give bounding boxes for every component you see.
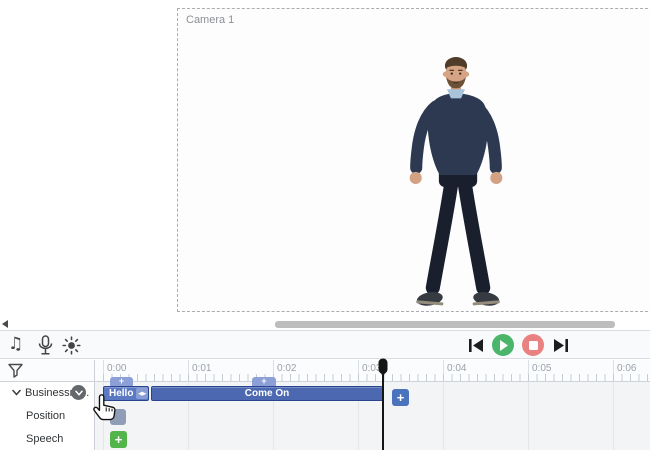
filter-icon[interactable] <box>8 363 23 378</box>
scroll-left-arrow-icon[interactable] <box>2 320 8 328</box>
insert-clip-tab[interactable]: + <box>110 377 133 386</box>
ruler-label: 0:06 <box>617 363 636 374</box>
character-options-button[interactable] <box>71 385 86 400</box>
camera-label: Camera 1 <box>186 14 234 26</box>
playhead-line <box>382 375 384 450</box>
add-speech-button[interactable]: + <box>110 431 127 448</box>
ruler-label: 0:02 <box>277 363 296 374</box>
track-label-speech[interactable]: Speech <box>26 433 63 445</box>
timeline-ruler[interactable]: 0:00 0:01 0:02 0:03 0:04 0:05 0:06 <box>0 360 650 382</box>
trim-handles-icon[interactable]: ◀▶ <box>136 388 148 399</box>
clip-come-on[interactable]: Come On <box>151 386 383 401</box>
track-label-position[interactable]: Position <box>26 410 65 422</box>
stop-button[interactable] <box>522 334 544 356</box>
brightness-icon[interactable] <box>62 336 81 355</box>
ruler-label: 0:01 <box>192 363 211 374</box>
ruler-label: 0:00 <box>107 363 126 374</box>
timeline-toolbar: ♫ <box>0 330 650 359</box>
horizontal-scrollbar[interactable] <box>0 317 650 330</box>
chevron-down-icon <box>75 390 83 396</box>
play-button[interactable] <box>492 334 514 356</box>
add-action-button[interactable]: + <box>392 389 409 406</box>
stop-icon <box>529 341 538 350</box>
hand-cursor <box>93 393 121 425</box>
play-icon <box>499 340 508 351</box>
music-icon[interactable]: ♫ <box>8 334 23 354</box>
chevron-down-icon[interactable] <box>12 389 21 396</box>
skip-to-end-button[interactable] <box>553 339 569 352</box>
businessman-character <box>395 52 517 314</box>
clip-label: Come On <box>245 388 289 399</box>
playhead-handle[interactable] <box>377 358 389 378</box>
ruler-label: 0:05 <box>532 363 551 374</box>
insert-clip-tab[interactable]: + <box>252 377 276 386</box>
skip-to-start-button[interactable] <box>468 339 484 352</box>
ruler-label: 0:04 <box>447 363 466 374</box>
scrollbar-thumb[interactable] <box>275 321 615 328</box>
microphone-icon[interactable] <box>37 335 54 356</box>
